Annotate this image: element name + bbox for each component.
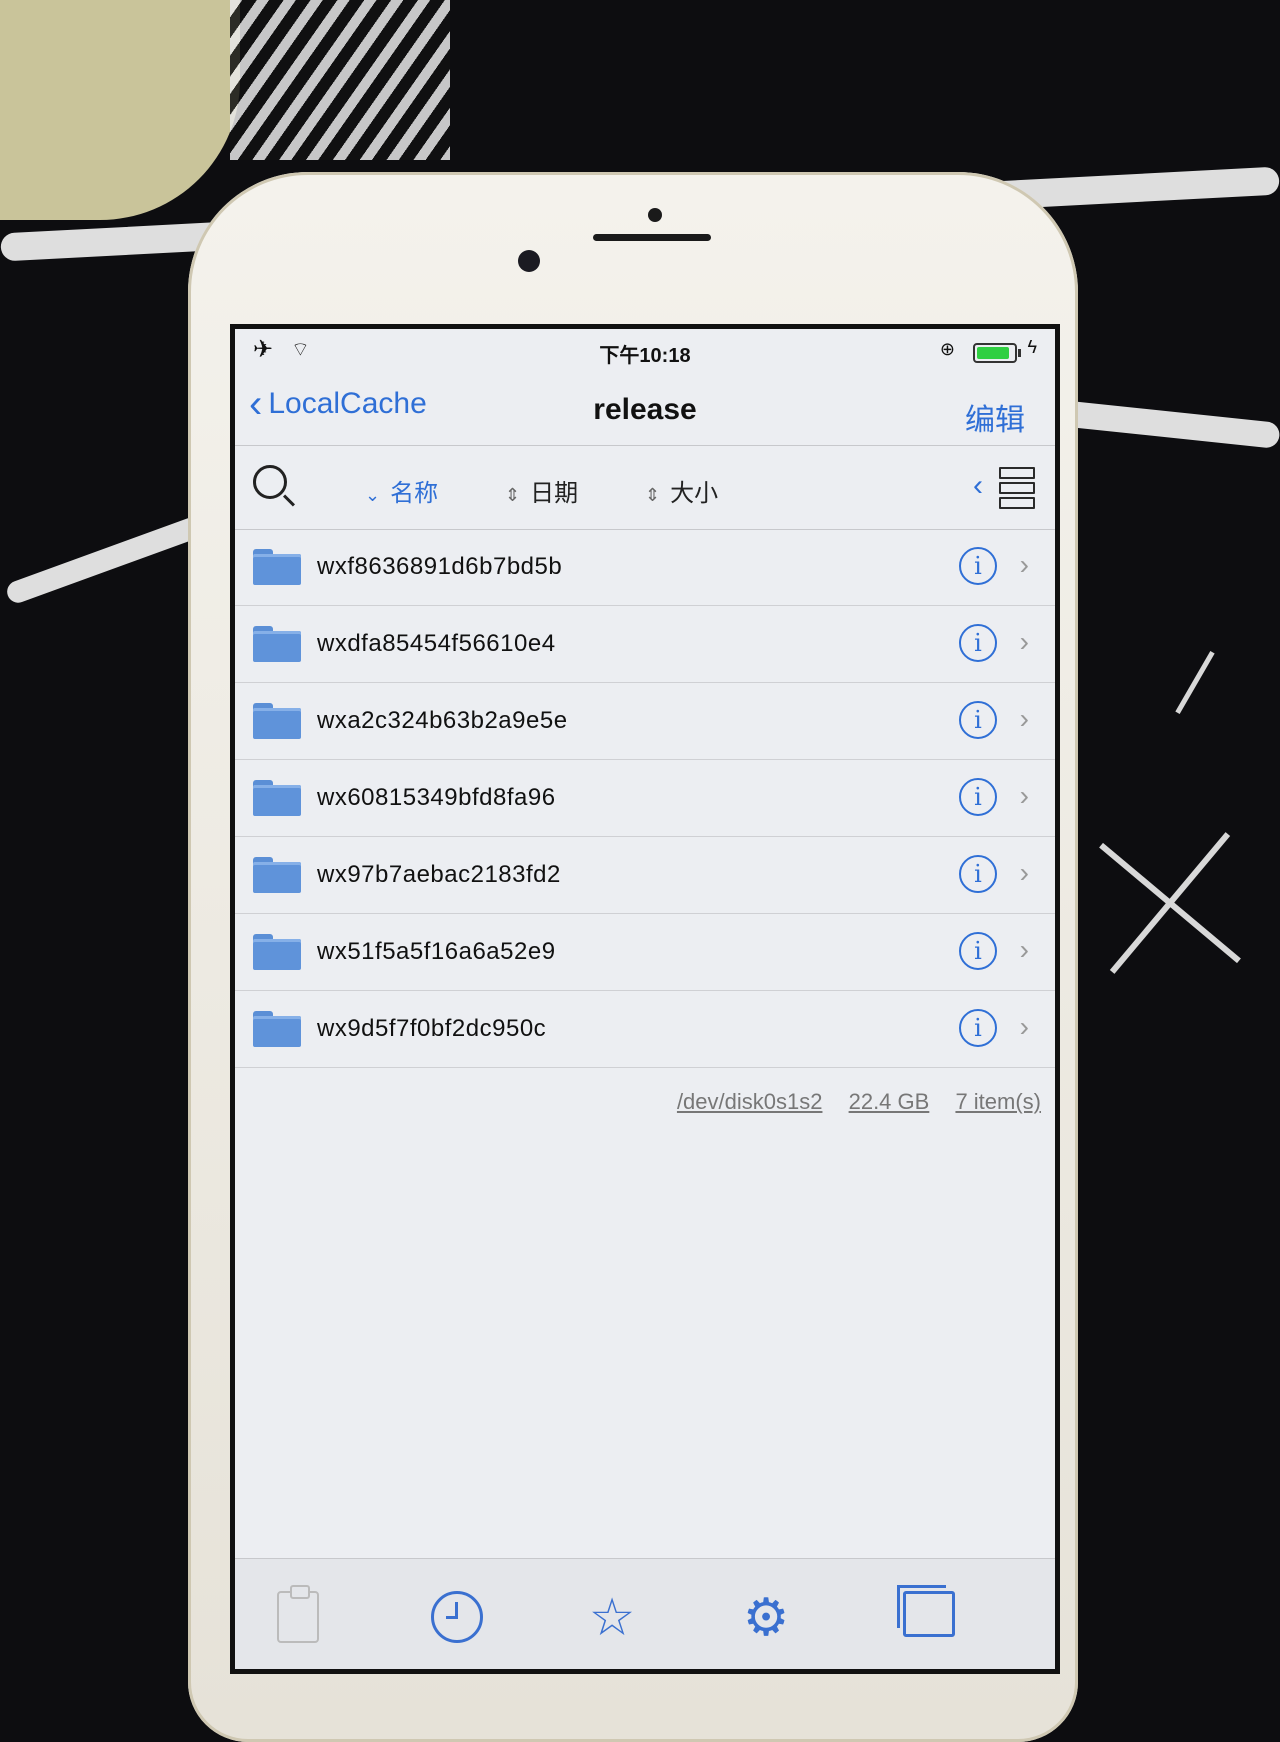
sort-size-label: 大小	[670, 480, 719, 507]
page-title: release	[593, 393, 697, 426]
file-row[interactable]: wxa2c324b63b2a9e5e i ›	[235, 683, 1055, 760]
sort-arrows-icon: ⇕	[505, 485, 521, 505]
folder-icon	[253, 549, 301, 585]
status-time: 下午10:18	[599, 345, 691, 367]
info-icon[interactable]: i	[959, 701, 997, 739]
file-list: wxf8636891d6b7bd5b i › wxdfa85454f56610e4 i ›…	[235, 529, 1055, 1068]
search-icon[interactable]	[253, 465, 287, 499]
chevron-right-icon: ›	[1019, 934, 1029, 965]
phone-screen: ✈ ⌔ 下午10:18 ⊕ ϟ ‹ LocalCache release 编辑 …	[230, 324, 1060, 1674]
charging-icon: ϟ	[1027, 337, 1037, 357]
info-icon[interactable]: i	[959, 855, 997, 893]
battery-fill	[977, 347, 1010, 359]
sort-arrows-icon: ⇕	[645, 485, 661, 505]
file-name: wxa2c324b63b2a9e5e	[317, 707, 568, 734]
device-path-link[interactable]: /dev/disk0s1s2	[677, 1089, 823, 1114]
info-icon[interactable]: i	[959, 778, 997, 816]
item-count-link[interactable]: 7 item(s)	[955, 1089, 1041, 1114]
info-icon[interactable]: i	[959, 624, 997, 662]
chevron-right-icon: ›	[1019, 549, 1029, 580]
navigation-bar: ‹ LocalCache release 编辑	[235, 369, 1055, 446]
settings-gear-icon[interactable]: ⚙	[739, 1591, 793, 1645]
sort-name-label: 名称	[390, 480, 439, 507]
battery-icon	[973, 343, 1021, 363]
orientation-lock-icon: ⊕	[939, 339, 955, 359]
sort-date-label: 日期	[530, 480, 579, 507]
chevron-right-icon: ›	[1019, 626, 1029, 657]
tab-bar: ☆ ⚙	[235, 1558, 1055, 1669]
chevron-down-icon: ⌄	[365, 485, 381, 505]
favorites-star-icon[interactable]: ☆	[585, 1591, 639, 1645]
sort-toolbar: ⌄ 名称 ⇕ 日期 ⇕ 大小 ‹	[235, 445, 1055, 530]
file-row[interactable]: wx51f5a5f16a6a52e9 i ›	[235, 914, 1055, 991]
chevron-right-icon: ›	[1019, 857, 1029, 888]
chevron-right-icon: ›	[1019, 780, 1029, 811]
sort-by-size-button[interactable]: ⇕ 大小	[645, 473, 718, 508]
file-name: wx9d5f7f0bf2dc950c	[317, 1015, 547, 1042]
desk-stripes	[230, 0, 450, 160]
file-name: wx51f5a5f16a6a52e9	[317, 938, 556, 965]
capacity-link[interactable]: 22.4 GB	[849, 1089, 930, 1114]
folder-icon	[253, 780, 301, 816]
info-icon[interactable]: i	[959, 932, 997, 970]
clipboard-icon[interactable]	[277, 1585, 331, 1645]
deco-line	[1175, 650, 1215, 715]
chevron-right-icon: ›	[1019, 703, 1029, 734]
windows-icon[interactable]	[897, 1585, 957, 1645]
file-row[interactable]: wxdfa85454f56610e4 i ›	[235, 606, 1055, 683]
status-bar: ✈ ⌔ 下午10:18 ⊕ ϟ	[235, 329, 1055, 369]
folder-icon	[253, 857, 301, 893]
front-camera-dot	[648, 208, 662, 222]
folder-icon	[253, 934, 301, 970]
info-icon[interactable]: i	[959, 1009, 997, 1047]
desk-surface	[0, 0, 240, 220]
file-row[interactable]: wx97b7aebac2183fd2 i ›	[235, 837, 1055, 914]
folder-icon	[253, 626, 301, 662]
earpiece	[593, 234, 711, 241]
list-view-icon[interactable]	[999, 467, 1035, 509]
recent-clock-icon[interactable]	[431, 1591, 485, 1645]
file-name: wxf8636891d6b7bd5b	[317, 553, 563, 580]
file-row[interactable]: wxf8636891d6b7bd5b i ›	[235, 529, 1055, 606]
info-icon[interactable]: i	[959, 547, 997, 585]
sort-by-name-button[interactable]: ⌄ 名称	[365, 473, 438, 508]
front-camera	[518, 250, 540, 272]
file-name: wx60815349bfd8fa96	[317, 784, 556, 811]
file-name: wxdfa85454f56610e4	[317, 630, 556, 657]
file-name: wx97b7aebac2183fd2	[317, 861, 561, 888]
storage-summary: /dev/disk0s1s2 22.4 GB 7 item(s)	[657, 1089, 1041, 1115]
edit-button[interactable]: 编辑	[965, 395, 1025, 439]
folder-icon	[253, 1011, 301, 1047]
deco-line	[1099, 842, 1241, 964]
file-row[interactable]: wx60815349bfd8fa96 i ›	[235, 760, 1055, 837]
sort-by-date-button[interactable]: ⇕ 日期	[505, 473, 578, 508]
chevron-right-icon: ›	[1019, 1011, 1029, 1042]
file-row[interactable]: wx9d5f7f0bf2dc950c i ›	[235, 991, 1055, 1068]
folder-icon	[253, 703, 301, 739]
collapse-chevron-icon[interactable]: ‹	[973, 469, 983, 503]
